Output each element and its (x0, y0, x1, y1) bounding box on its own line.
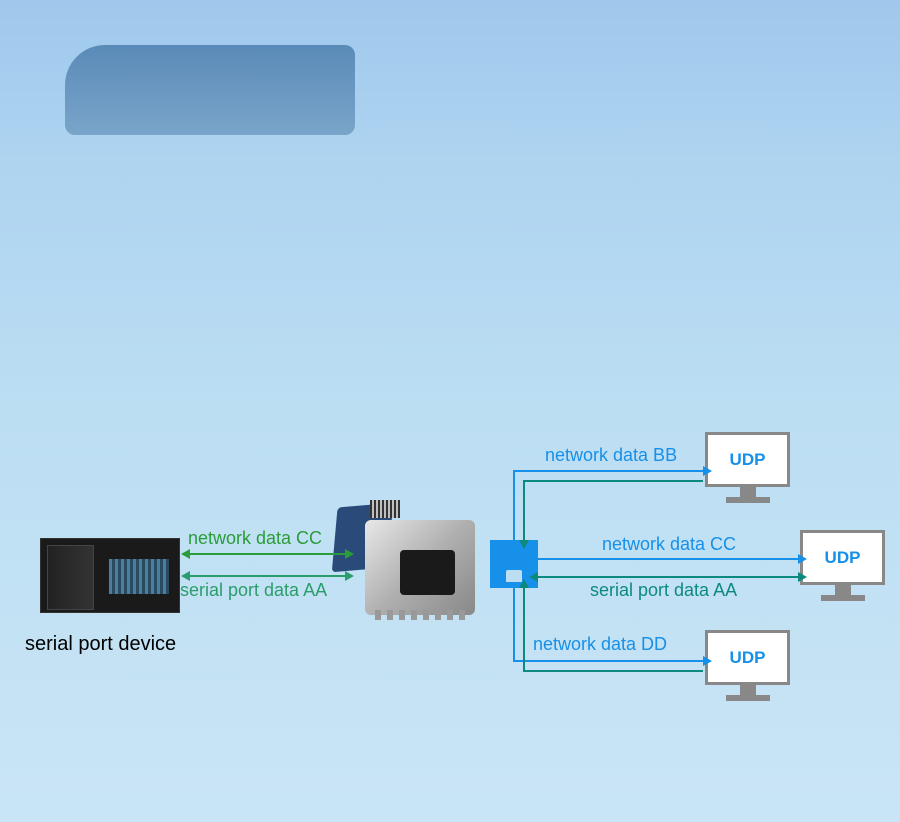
header-banner (65, 45, 355, 135)
udp-label: UDP (730, 450, 766, 470)
arrow-bb-horizontal (513, 470, 703, 472)
label-right-network-bb: network data BB (545, 445, 677, 466)
arrow-head-cc-mid-icon (798, 554, 807, 564)
udp-label: UDP (730, 648, 766, 668)
arrow-head-aa-mid-r-icon (798, 572, 807, 582)
arrow-aa-mid (538, 576, 798, 578)
arrow-head-left-cc-icon (181, 549, 190, 559)
arrow-head-dd-return-icon (519, 579, 529, 588)
monitor-udp-middle: UDP (800, 530, 885, 605)
arrow-head-right-aa-icon (345, 571, 354, 581)
arrow-cc-mid (538, 558, 798, 560)
monitor-udp-bottom: UDP (705, 630, 790, 705)
arrow-dd-return-h (523, 670, 703, 672)
arrow-left-network-cc (190, 553, 345, 555)
label-left-network-cc: network data CC (188, 528, 322, 549)
arrow-head-aa-mid-l-icon (529, 572, 538, 582)
arrow-head-bb-return-icon (519, 540, 529, 549)
label-right-serial-aa: serial port data AA (590, 580, 737, 601)
arrow-bb-return-h (523, 480, 703, 482)
monitor-udp-top: UDP (705, 432, 790, 507)
arrow-head-right-cc-icon (345, 549, 354, 559)
arrow-dd-return-v (523, 588, 525, 670)
arrow-dd-vertical (513, 588, 515, 660)
arrow-bb-vertical (513, 470, 515, 540)
plc-label: serial port device (25, 633, 176, 656)
label-right-network-dd: network data DD (533, 634, 667, 655)
label-left-serial-aa: serial port data AA (180, 580, 327, 601)
ethernet-module-icon (350, 500, 480, 620)
arrow-dd-horizontal (513, 660, 703, 662)
arrow-head-dd-icon (703, 656, 712, 666)
udp-label: UDP (825, 548, 861, 568)
arrow-bb-return-v (523, 480, 525, 540)
arrow-left-serial-aa (190, 575, 345, 577)
arrow-head-bb-icon (703, 466, 712, 476)
label-right-network-cc: network data CC (602, 534, 736, 555)
plc-device-icon (40, 538, 180, 613)
